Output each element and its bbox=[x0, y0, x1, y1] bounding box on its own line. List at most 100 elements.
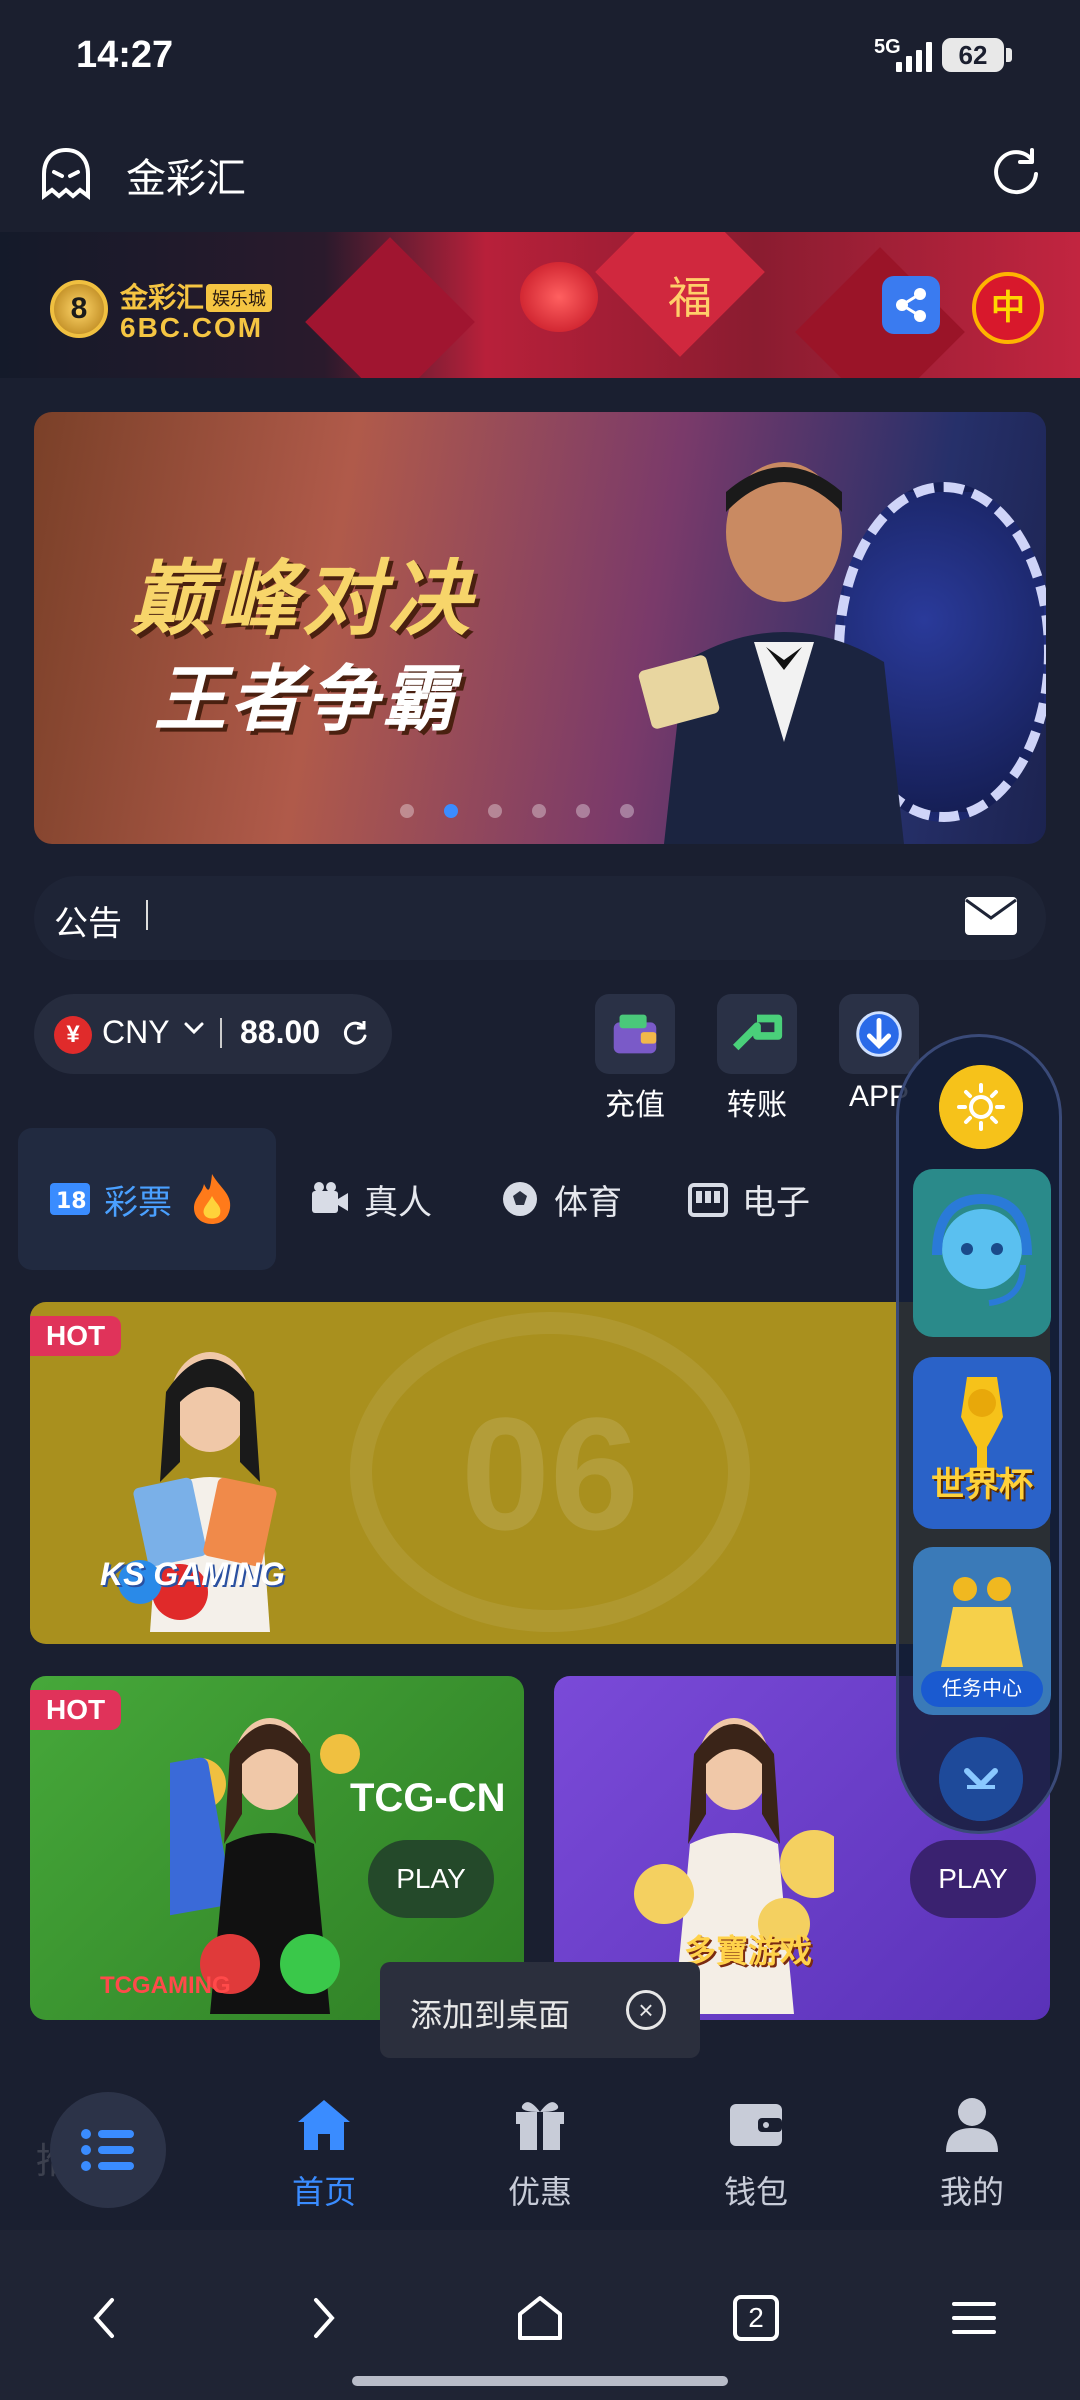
tab-sports-label: 体育 bbox=[554, 1183, 622, 1222]
world-cup-button[interactable]: 世界杯 bbox=[913, 1357, 1051, 1529]
site-domain: 6BC.COM bbox=[120, 312, 264, 343]
tab-live[interactable]: 真人 bbox=[308, 1128, 432, 1270]
db-logo: 多寶游戏 bbox=[684, 1933, 813, 1969]
browser-navigation-bar: 2 bbox=[0, 2230, 1080, 2400]
tabs-count: 2 bbox=[733, 2295, 779, 2341]
list-icon bbox=[81, 2129, 134, 2171]
lottery-18-icon: 18 bbox=[50, 1183, 90, 1215]
decor-diamond bbox=[305, 237, 475, 378]
menu-button[interactable] bbox=[50, 2092, 166, 2208]
battery-icon: 62 bbox=[942, 38, 1012, 72]
brightness-icon[interactable] bbox=[939, 1065, 1023, 1149]
nav-wallet-label: 钱包 bbox=[723, 2174, 788, 2210]
share-icon bbox=[896, 288, 926, 322]
lantern-icon bbox=[520, 262, 598, 332]
back-icon[interactable] bbox=[76, 2288, 136, 2348]
site-brand-name: 金彩汇 bbox=[120, 282, 205, 313]
promo-subheadline: 王者争霸 bbox=[154, 660, 459, 740]
gift-icon bbox=[516, 2102, 564, 2150]
currency-selector[interactable]: CNY bbox=[102, 1014, 170, 1051]
fu-character: 福 bbox=[668, 274, 712, 323]
db-play-button[interactable]: PLAY bbox=[910, 1840, 1036, 1918]
carousel-indicator bbox=[400, 804, 634, 818]
download-icon bbox=[839, 994, 919, 1074]
close-icon[interactable]: × bbox=[626, 1990, 666, 2030]
task-center-label: 任务中心 bbox=[921, 1671, 1043, 1707]
nav-home-label: 首页 bbox=[291, 2174, 356, 2210]
yen-icon: ¥ bbox=[54, 1016, 92, 1054]
tab-live-label: 真人 bbox=[364, 1183, 432, 1222]
carousel-dot[interactable] bbox=[488, 804, 502, 818]
task-center-button[interactable]: 任务中心 bbox=[913, 1547, 1051, 1715]
browser-menu-icon[interactable] bbox=[944, 2288, 1004, 2348]
fire-icon bbox=[194, 1174, 231, 1224]
soccer-ball-icon bbox=[503, 1182, 537, 1216]
nav-profile[interactable]: 我的 bbox=[902, 2092, 1042, 2213]
tcg-title: TCG-CN bbox=[350, 1776, 506, 1820]
tcg-logo: TCGAMING bbox=[100, 1972, 231, 1999]
site-logo-icon: 8 bbox=[50, 280, 108, 338]
nav-home[interactable]: 首页 bbox=[254, 2092, 394, 2213]
balance-pill[interactable]: ¥ CNY 88.00 bbox=[34, 994, 392, 1074]
svg-text:18: 18 bbox=[56, 1189, 87, 1214]
celebrity-image bbox=[638, 462, 904, 844]
carousel-dot[interactable] bbox=[532, 804, 546, 818]
card-watermark: 06 bbox=[350, 1312, 750, 1632]
promo-headline: 巅峰对决 bbox=[130, 554, 474, 645]
collapse-down-icon[interactable] bbox=[939, 1737, 1023, 1821]
forward-icon[interactable] bbox=[292, 2288, 352, 2348]
language-button[interactable]: 中 bbox=[972, 272, 1044, 344]
chevron-down-icon[interactable] bbox=[182, 1016, 206, 1040]
transfer-button[interactable]: 转账 bbox=[716, 994, 798, 1124]
customer-service-button[interactable] bbox=[913, 1169, 1051, 1337]
balance-refresh-icon[interactable] bbox=[340, 1018, 370, 1048]
home-outline-icon[interactable] bbox=[510, 2288, 570, 2348]
notice-label: 公告 bbox=[54, 905, 122, 943]
signal-icon bbox=[896, 40, 932, 72]
tabs-button[interactable]: 2 bbox=[726, 2288, 786, 2348]
nav-promotions[interactable]: 优惠 bbox=[470, 2092, 610, 2213]
tcg-model-image bbox=[170, 1718, 360, 2014]
tab-lottery[interactable]: 18 彩票 bbox=[18, 1128, 276, 1270]
balance-amount: 88.00 bbox=[240, 1014, 321, 1050]
carousel-dot[interactable] bbox=[400, 804, 414, 818]
hot-badge: HOT bbox=[30, 1316, 122, 1356]
mail-icon[interactable] bbox=[964, 896, 1018, 936]
nav-promotions-label: 优惠 bbox=[507, 2174, 572, 2210]
tab-lottery-label: 彩票 bbox=[104, 1183, 172, 1222]
tab-sports[interactable]: 体育 bbox=[498, 1128, 622, 1270]
site-brand-tag: 娱乐城 bbox=[206, 284, 272, 312]
notice-separator bbox=[146, 900, 148, 930]
promo-carousel[interactable]: 巅峰对决 王者争霸 bbox=[34, 412, 1046, 844]
site-header-banner: 8 金彩汇 娱乐城 6BC.COM 福 中 bbox=[0, 232, 1080, 378]
nav-wallet[interactable]: 钱包 bbox=[686, 2092, 826, 2213]
carousel-dot[interactable] bbox=[576, 804, 590, 818]
nav-profile-label: 我的 bbox=[939, 2174, 1004, 2210]
transfer-icon bbox=[717, 994, 797, 1074]
refresh-icon[interactable] bbox=[988, 144, 1044, 200]
carousel-dot[interactable] bbox=[444, 804, 458, 818]
headset-icon bbox=[932, 1193, 1032, 1306]
hot-badge: HOT bbox=[30, 1690, 122, 1730]
ks-gaming-logo: KS GAMING bbox=[100, 1556, 285, 1592]
share-button[interactable] bbox=[882, 276, 940, 334]
tcg-play-button[interactable]: PLAY bbox=[368, 1840, 494, 1918]
tab-electronic[interactable]: 电子 bbox=[686, 1128, 810, 1270]
slot-machine-icon bbox=[688, 1183, 728, 1217]
add-to-desktop-toast[interactable]: 添加到桌面 × bbox=[380, 1962, 700, 2058]
deposit-label: 充值 bbox=[605, 1089, 665, 1122]
carousel-dot[interactable] bbox=[620, 804, 634, 818]
transfer-label: 转账 bbox=[727, 1089, 787, 1122]
app-title-bar: 金彩汇 bbox=[0, 120, 1080, 232]
deposit-button[interactable]: 充值 bbox=[594, 994, 676, 1124]
ghost-icon[interactable] bbox=[36, 144, 96, 204]
deposit-icon bbox=[595, 994, 675, 1074]
app-title: 金彩汇 bbox=[126, 157, 246, 201]
gesture-bar bbox=[352, 2376, 728, 2386]
user-icon bbox=[946, 2098, 998, 2152]
notice-bar[interactable]: 公告 bbox=[34, 876, 1046, 960]
bottom-navigation: 推荐 首页 优惠 钱包 我的 bbox=[0, 2062, 1080, 2230]
home-icon bbox=[298, 2100, 350, 2150]
tab-electronic-label: 电子 bbox=[742, 1183, 810, 1222]
wallet-icon bbox=[730, 2104, 782, 2146]
